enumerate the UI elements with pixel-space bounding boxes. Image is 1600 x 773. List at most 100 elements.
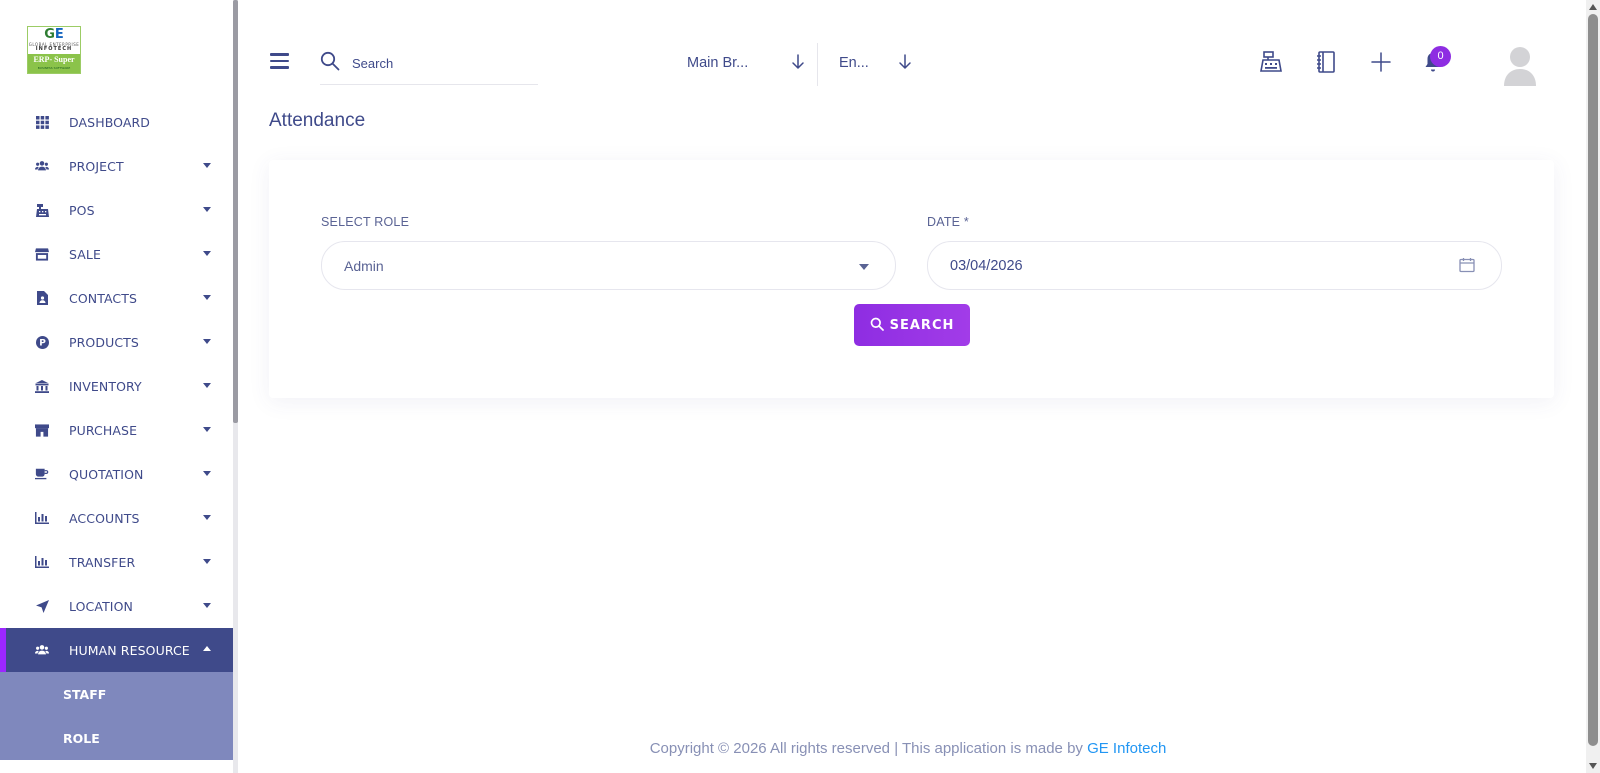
grid-icon bbox=[35, 115, 49, 129]
logo-product: ERP- Super bbox=[33, 55, 75, 64]
location-arrow-icon bbox=[35, 599, 49, 613]
scroll-up-arrow-icon[interactable] bbox=[1589, 4, 1597, 10]
notebook-icon[interactable] bbox=[1314, 50, 1338, 74]
sidebar-item-sale[interactable]: SALE bbox=[0, 232, 233, 276]
caret-down-icon bbox=[203, 515, 211, 520]
caret-down-icon bbox=[203, 207, 211, 212]
svg-text:P: P bbox=[39, 338, 46, 348]
sidebar-item-label: HUMAN RESOURCE bbox=[69, 642, 190, 658]
sidebar-scrollbar[interactable] bbox=[233, 0, 238, 773]
sidebar-item-location[interactable]: LOCATION bbox=[0, 584, 233, 628]
sidebar-subitem-staff[interactable]: STAFF bbox=[0, 672, 233, 716]
menu-toggle-icon[interactable] bbox=[270, 53, 289, 69]
coffee-icon bbox=[35, 467, 49, 481]
sidebar-item-human-resource[interactable]: HUMAN RESOURCE bbox=[0, 628, 233, 672]
sidebar-item-purchase[interactable]: PURCHASE bbox=[0, 408, 233, 452]
role-select-value: Admin bbox=[344, 257, 384, 274]
sidebar-item-contacts[interactable]: CONTACTS bbox=[0, 276, 233, 320]
sidebar-item-label: PRODUCTS bbox=[69, 334, 139, 350]
sidebar-item-quotation[interactable]: QUOTATION bbox=[0, 452, 233, 496]
caret-down-icon bbox=[203, 427, 211, 432]
scroll-down-arrow-icon[interactable] bbox=[1589, 763, 1597, 769]
header-divider bbox=[817, 43, 818, 86]
search-button-label: SEARCH bbox=[889, 317, 955, 333]
plus-icon[interactable] bbox=[1369, 50, 1393, 74]
date-field bbox=[927, 241, 1502, 290]
branch-select[interactable]: Main Br... bbox=[687, 50, 837, 76]
caret-down-icon bbox=[203, 251, 211, 256]
sidebar-item-label: CONTACTS bbox=[69, 290, 138, 306]
caret-down-icon bbox=[203, 559, 211, 564]
attendance-filter-card: SELECT ROLE Admin DATE * SEARCH bbox=[269, 160, 1554, 398]
cash-register-icon bbox=[35, 203, 49, 217]
caret-up-icon bbox=[203, 646, 211, 651]
date-field-label: DATE * bbox=[927, 215, 969, 229]
bar-chart-icon bbox=[35, 555, 49, 569]
sidebar-item-label: PURCHASE bbox=[69, 422, 138, 438]
caret-down-icon bbox=[203, 163, 211, 168]
cash-register-icon[interactable] bbox=[1259, 50, 1283, 74]
date-input[interactable] bbox=[950, 257, 1430, 274]
sidebar-item-accounts[interactable]: ACCOUNTS bbox=[0, 496, 233, 540]
search-input[interactable] bbox=[352, 52, 532, 74]
search-icon[interactable] bbox=[320, 51, 340, 75]
sidebar-item-dashboard[interactable]: DASHBOARD bbox=[0, 100, 233, 144]
caret-down-icon bbox=[203, 339, 211, 344]
arrow-down-icon bbox=[898, 54, 912, 74]
logo-mark: GE bbox=[44, 27, 64, 42]
sidebar-item-products[interactable]: P PRODUCTS bbox=[0, 320, 233, 364]
header-search bbox=[320, 48, 538, 85]
logo-company: INFOTECH bbox=[35, 46, 73, 52]
company-logo[interactable]: GE GLOBAL ENTERPRISE INFOTECH ERP- Super… bbox=[27, 26, 81, 74]
sidebar-item-transfer[interactable]: TRANSFER bbox=[0, 540, 233, 584]
sidebar-item-label: SALE bbox=[69, 246, 101, 262]
sidebar-subitem-role[interactable]: ROLE bbox=[0, 716, 233, 760]
sidebar-item-label: INVENTORY bbox=[69, 378, 142, 394]
calendar-icon[interactable] bbox=[1459, 257, 1475, 277]
caret-down-icon bbox=[203, 295, 211, 300]
search-icon bbox=[870, 317, 884, 334]
users-icon bbox=[35, 643, 49, 657]
window-scrollbar-thumb[interactable] bbox=[1588, 14, 1598, 746]
users-icon bbox=[35, 159, 49, 173]
search-button[interactable]: SEARCH bbox=[854, 304, 970, 346]
contact-file-icon bbox=[35, 291, 49, 305]
sidebar-item-label: DASHBOARD bbox=[69, 114, 151, 130]
role-select[interactable]: Admin bbox=[321, 241, 896, 290]
bar-chart-icon bbox=[35, 511, 49, 525]
language-select-value: En... bbox=[839, 55, 869, 71]
product-badge-icon: P bbox=[35, 335, 49, 349]
arrow-down-icon bbox=[791, 54, 805, 74]
store-icon bbox=[35, 247, 49, 261]
sidebar-item-inventory[interactable]: INVENTORY bbox=[0, 364, 233, 408]
app-root: GE GLOBAL ENTERPRISE INFOTECH ERP- Super… bbox=[0, 0, 1600, 773]
notification-badge[interactable]: 0 bbox=[1430, 46, 1451, 67]
logo-subtitle: BUSINESS SOFTWARE bbox=[37, 66, 71, 70]
shop-icon bbox=[35, 423, 49, 437]
sidebar-item-label: TRANSFER bbox=[69, 554, 136, 570]
sidebar-item-project[interactable]: PROJECT bbox=[0, 144, 233, 188]
branch-select-value: Main Br... bbox=[687, 55, 749, 71]
human-resource-submenu: STAFF ROLE bbox=[0, 672, 233, 760]
sidebar-item-label: PROJECT bbox=[69, 158, 124, 174]
window-scrollbar[interactable] bbox=[1586, 0, 1600, 773]
page-title: Attendance bbox=[269, 110, 366, 131]
copyright-text: Copyright © 2026 All rights reserved | T… bbox=[649, 740, 1083, 757]
top-header: Main Br... En... 0 bbox=[238, 0, 1578, 100]
company-link[interactable]: GE Infotech bbox=[1087, 740, 1166, 757]
caret-down-icon bbox=[203, 471, 211, 476]
bank-icon bbox=[35, 379, 49, 393]
user-avatar[interactable] bbox=[1504, 46, 1536, 86]
role-select-label: SELECT ROLE bbox=[321, 215, 410, 229]
sidebar-item-pos[interactable]: POS bbox=[0, 188, 233, 232]
language-select[interactable]: En... bbox=[839, 50, 939, 76]
footer: Copyright © 2026 All rights reserved | T… bbox=[238, 740, 1578, 757]
caret-down-icon bbox=[203, 383, 211, 388]
sidebar-nav: DASHBOARD PROJECT POS SALE CONTACTS P PR… bbox=[0, 100, 233, 760]
sidebar: GE GLOBAL ENTERPRISE INFOTECH ERP- Super… bbox=[0, 0, 233, 773]
sidebar-item-label: POS bbox=[69, 202, 95, 218]
caret-down-icon bbox=[203, 603, 211, 608]
sidebar-item-label: LOCATION bbox=[69, 598, 133, 614]
sidebar-item-label: ACCOUNTS bbox=[69, 510, 140, 526]
caret-down-icon bbox=[859, 264, 869, 270]
